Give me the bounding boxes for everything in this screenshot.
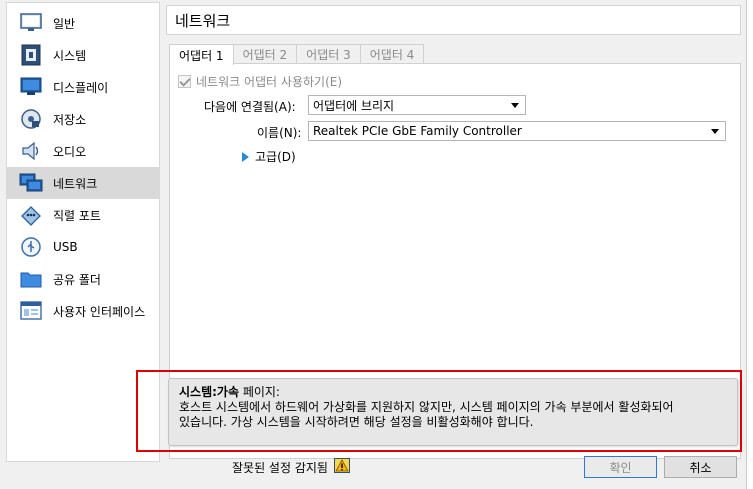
sidebar-item-label: 시스템: [53, 48, 87, 63]
attached-to-dropdown[interactable]: 어댑터에 브리지: [308, 95, 526, 115]
sidebar-item-network[interactable]: 네트워크: [7, 167, 159, 199]
enable-adapter-label: 네트워크 어댑터 사용하기(E): [196, 75, 343, 89]
sidebar-item-label: 공유 폴더: [53, 272, 101, 287]
network-icon: [19, 171, 43, 195]
sidebar-item-general[interactable]: 일반: [7, 7, 159, 39]
chevron-down-icon: [711, 129, 719, 134]
adapter-name-dropdown[interactable]: Realtek PCIe GbE Family Controller: [308, 121, 726, 141]
chevron-down-icon: [511, 103, 519, 108]
system-icon: [19, 43, 43, 67]
warning-title: 시스템:가속 페이지:: [179, 385, 727, 400]
page-title: 네트워크: [166, 5, 741, 35]
advanced-expander[interactable]: 고급(D): [242, 148, 296, 165]
enable-adapter-checkbox-row[interactable]: 네트워크 어댑터 사용하기(E): [178, 73, 342, 90]
sidebar-item-audio[interactable]: 오디오: [7, 135, 159, 167]
advanced-label: 고급(D): [255, 150, 296, 164]
sidebar-item-label: USB: [53, 240, 78, 254]
cancel-button[interactable]: 취소: [664, 456, 737, 478]
expand-arrow-icon: [242, 151, 249, 162]
warning-line-1: 호스트 시스템에서 하드웨어 가상화를 지원하지 않지만, 시스템 페이지의 가…: [179, 400, 674, 414]
sidebar-item-label: 네트워크: [53, 176, 98, 191]
name-label: 이름(N):: [257, 126, 302, 140]
enable-adapter-checkbox[interactable]: [178, 75, 191, 88]
invalid-settings-label: 잘못된 설정 감지됨: [232, 460, 328, 475]
warning-message-box: 시스템:가속 페이지: 호스트 시스템에서 하드웨어 가상화를 지원하지 않지만…: [168, 378, 738, 446]
sidebar-item-usb[interactable]: USB: [7, 231, 159, 263]
storage-icon: [19, 107, 43, 131]
tab-adapter-1[interactable]: 어댑터 1: [169, 44, 234, 65]
sidebar-item-display[interactable]: 디스플레이: [7, 71, 159, 103]
general-icon: [19, 11, 43, 35]
display-icon: [19, 75, 43, 99]
attached-to-label: 다음에 연결됨(A):: [204, 100, 296, 114]
sidebar-item-user-interface[interactable]: 사용자 인터페이스: [7, 295, 159, 327]
sidebar-item-label: 일반: [53, 16, 76, 31]
shared-folder-icon: [19, 267, 43, 291]
warning-line-2: 있습니다. 가상 시스템을 시작하려면 해당 설정을 비활성화해야 합니다.: [179, 415, 534, 429]
sidebar-item-storage[interactable]: 저장소: [7, 103, 159, 135]
warning-title-rest: 페이지:: [239, 385, 280, 399]
tab-adapter-4[interactable]: 어댑터 4: [359, 44, 425, 64]
warning-title-bold: 시스템:가속: [179, 385, 239, 399]
adapter-name-value: Realtek PCIe GbE Family Controller: [313, 124, 522, 138]
sidebar-item-system[interactable]: 시스템: [7, 39, 159, 71]
sidebar-item-label: 디스플레이: [53, 80, 109, 95]
ok-button[interactable]: 확인: [584, 456, 657, 478]
attached-to-value: 어댑터에 브리지: [313, 98, 395, 113]
invalid-settings-status[interactable]: 잘못된 설정 감지됨: [232, 458, 350, 476]
warning-icon[interactable]: [333, 458, 350, 476]
serial-port-icon: [19, 203, 43, 227]
adapter-tabs: 어댑터 1 어댑터 2 어댑터 3 어댑터 4: [169, 44, 425, 65]
sidebar-item-label: 저장소: [53, 112, 87, 127]
sidebar-item-shared-folder[interactable]: 공유 폴더: [7, 263, 159, 295]
usb-icon: [19, 235, 43, 259]
sidebar-item-label: 직렬 포트: [53, 208, 101, 223]
sidebar-item-serial-port[interactable]: 직렬 포트: [7, 199, 159, 231]
sidebar-item-label: 사용자 인터페이스: [53, 304, 146, 319]
user-interface-icon: [19, 299, 43, 323]
tab-adapter-3[interactable]: 어댑터 3: [296, 44, 361, 64]
sidebar-item-label: 오디오: [53, 144, 87, 159]
window-edge: [746, 0, 753, 489]
tab-adapter-2[interactable]: 어댑터 2: [232, 44, 298, 64]
audio-icon: [19, 139, 43, 163]
